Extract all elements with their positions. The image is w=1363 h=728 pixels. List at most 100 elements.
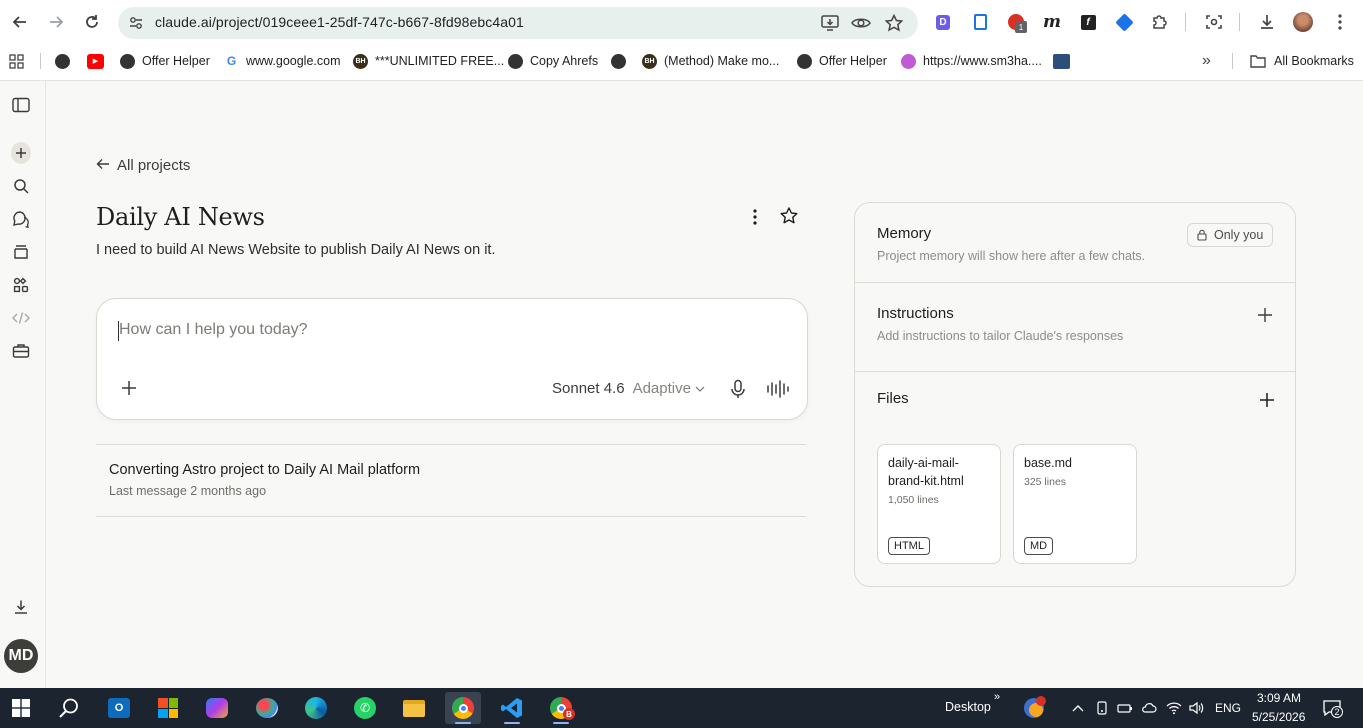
add-attachment-button[interactable] xyxy=(121,380,139,398)
apps-grid-icon[interactable] xyxy=(9,52,24,70)
extension-m-icon[interactable]: m xyxy=(1042,12,1062,32)
address-bar[interactable]: claude.ai/project/019ceee1-25df-747c-b66… xyxy=(118,7,918,39)
globe-icon xyxy=(55,53,70,69)
windows-taskbar: O ✆ B Desktop » ENG 3:09 AM 5/25/2026 2 xyxy=(0,688,1363,728)
bookmark-label: Offer Helper xyxy=(142,54,210,68)
composer-input[interactable]: How can I help you today? xyxy=(119,321,308,339)
code-button[interactable] xyxy=(11,308,31,328)
bookmark-item[interactable]: https://www.sm3ha.... xyxy=(901,52,1042,70)
memory-visibility-button[interactable]: Only you xyxy=(1187,223,1274,247)
app-sidebar: MD xyxy=(0,81,46,688)
tray-battery-icon[interactable] xyxy=(1117,700,1133,716)
start-button[interactable] xyxy=(3,692,39,724)
voice-mode-button[interactable] xyxy=(766,380,790,398)
bookmark-item[interactable] xyxy=(611,52,633,70)
browser-toolbar: claude.ai/project/019ceee1-25df-747c-b66… xyxy=(0,0,1363,45)
add-file-button[interactable] xyxy=(1259,392,1275,408)
user-avatar[interactable]: MD xyxy=(4,639,38,673)
all-projects-label: All projects xyxy=(117,157,191,174)
file-card[interactable]: daily-ai-mail-brand-kit.html 1,050 lines… xyxy=(877,444,1001,564)
all-projects-link[interactable]: All projects xyxy=(96,157,190,174)
volume-icon[interactable] xyxy=(1188,700,1204,716)
toolbar-expand-icon[interactable]: » xyxy=(994,691,1000,703)
taskbar-chrome[interactable] xyxy=(445,692,481,724)
clock-time[interactable]: 3:09 AM xyxy=(1255,691,1301,705)
voice-input-button[interactable] xyxy=(729,379,747,399)
taskbar-copilot[interactable] xyxy=(199,692,235,724)
bookmark-item[interactable]: Copy Ahrefs xyxy=(508,52,598,70)
taskbar-store[interactable] xyxy=(150,692,186,724)
search-button[interactable] xyxy=(11,176,31,196)
clock-date[interactable]: 5/25/2026 xyxy=(1252,710,1305,724)
file-name: base.md xyxy=(1024,456,1072,470)
bookmark-item[interactable] xyxy=(55,52,77,70)
projects-button[interactable] xyxy=(11,242,31,262)
download-app-button[interactable] xyxy=(11,597,31,617)
tray-cloud-icon[interactable] xyxy=(1141,700,1157,716)
eye-icon[interactable] xyxy=(851,14,871,32)
taskbar-file-explorer[interactable] xyxy=(396,692,432,724)
artifacts-button[interactable] xyxy=(11,275,31,295)
all-bookmarks-button[interactable]: All Bookmarks xyxy=(1250,52,1354,70)
edge-icon xyxy=(305,697,327,719)
taskbar-chrome-profile[interactable]: B xyxy=(543,692,579,724)
taskbar-weather[interactable] xyxy=(1016,692,1052,724)
taskbar-edge[interactable] xyxy=(298,692,334,724)
downloads-icon[interactable] xyxy=(1257,12,1277,32)
bhw-icon: BH xyxy=(642,53,657,69)
notification-center-button[interactable]: 2 xyxy=(1322,699,1343,718)
download-icon xyxy=(15,600,27,614)
star-project-button[interactable] xyxy=(779,206,801,228)
screen-capture-icon[interactable] xyxy=(1204,12,1224,32)
bookmark-item[interactable]: BH ***UNLIMITED FREE... xyxy=(353,52,504,70)
site-settings-icon[interactable] xyxy=(128,15,144,31)
reload-button[interactable] xyxy=(80,10,104,34)
extensions-puzzle-icon[interactable] xyxy=(1150,12,1170,32)
extension-tag-icon[interactable] xyxy=(1114,12,1134,32)
extension-red-icon[interactable]: 1 xyxy=(1006,12,1027,33)
model-selector[interactable]: Sonnet 4.6 Adaptive xyxy=(552,380,705,397)
bookmark-item[interactable] xyxy=(1053,52,1077,70)
taskbar-whatsapp[interactable]: ✆ xyxy=(347,692,383,724)
toolbox-button[interactable] xyxy=(11,341,31,361)
bookmark-item[interactable]: Offer Helper xyxy=(797,52,887,70)
extension-f-icon[interactable]: f xyxy=(1078,12,1098,32)
new-chat-button[interactable] xyxy=(11,142,31,164)
back-button[interactable] xyxy=(8,10,32,34)
chats-button[interactable] xyxy=(11,209,31,229)
bookmark-item[interactable]: Gwww.google.com xyxy=(224,52,341,70)
profile-avatar-icon[interactable] xyxy=(1293,12,1313,32)
chat-list-item[interactable]: Converting Astro project to Daily AI Mai… xyxy=(96,445,806,516)
taskbar-vscode[interactable] xyxy=(494,692,530,724)
url-text[interactable]: claude.ai/project/019ceee1-25df-747c-b66… xyxy=(155,14,524,30)
browser-menu-icon[interactable] xyxy=(1330,12,1350,32)
bookmarks-overflow-button[interactable]: » xyxy=(1202,52,1211,70)
arrow-left-icon xyxy=(96,157,110,174)
forward-button[interactable] xyxy=(44,10,68,34)
wifi-icon[interactable] xyxy=(1166,700,1182,716)
chat-composer[interactable]: How can I help you today? Sonnet 4.6 Ada… xyxy=(96,298,808,420)
bookmark-item[interactable]: BH (Method) Make mo... xyxy=(642,52,779,70)
toggle-sidebar-button[interactable] xyxy=(11,95,31,115)
sidebar-toggle-icon xyxy=(12,97,30,113)
show-hidden-icons-button[interactable] xyxy=(1070,700,1086,716)
add-instructions-button[interactable] xyxy=(1257,307,1273,323)
bookmark-item[interactable]: ▶ xyxy=(87,52,111,70)
briefcase-icon xyxy=(12,344,30,358)
project-options-button[interactable] xyxy=(745,206,765,228)
taskbar-outlook[interactable]: O xyxy=(101,692,137,724)
chat-bubbles-icon xyxy=(13,211,29,228)
tray-device-icon[interactable] xyxy=(1094,700,1110,716)
extension-doc-icon[interactable] xyxy=(970,12,990,32)
install-app-icon[interactable] xyxy=(820,14,840,32)
taskbar-paint[interactable] xyxy=(249,692,285,724)
file-card[interactable]: base.md 325 lines MD xyxy=(1013,444,1137,564)
input-language[interactable]: ENG xyxy=(1215,701,1241,715)
bookmark-label: Copy Ahrefs xyxy=(530,54,599,68)
globe-icon xyxy=(120,53,135,69)
bookmark-star-icon[interactable] xyxy=(884,14,904,32)
taskbar-search-button[interactable] xyxy=(51,692,87,724)
extension-d-icon[interactable]: D xyxy=(933,12,953,32)
bookmark-item[interactable]: Offer Helper xyxy=(120,52,210,70)
desktop-toolbar-label[interactable]: Desktop xyxy=(945,700,991,714)
